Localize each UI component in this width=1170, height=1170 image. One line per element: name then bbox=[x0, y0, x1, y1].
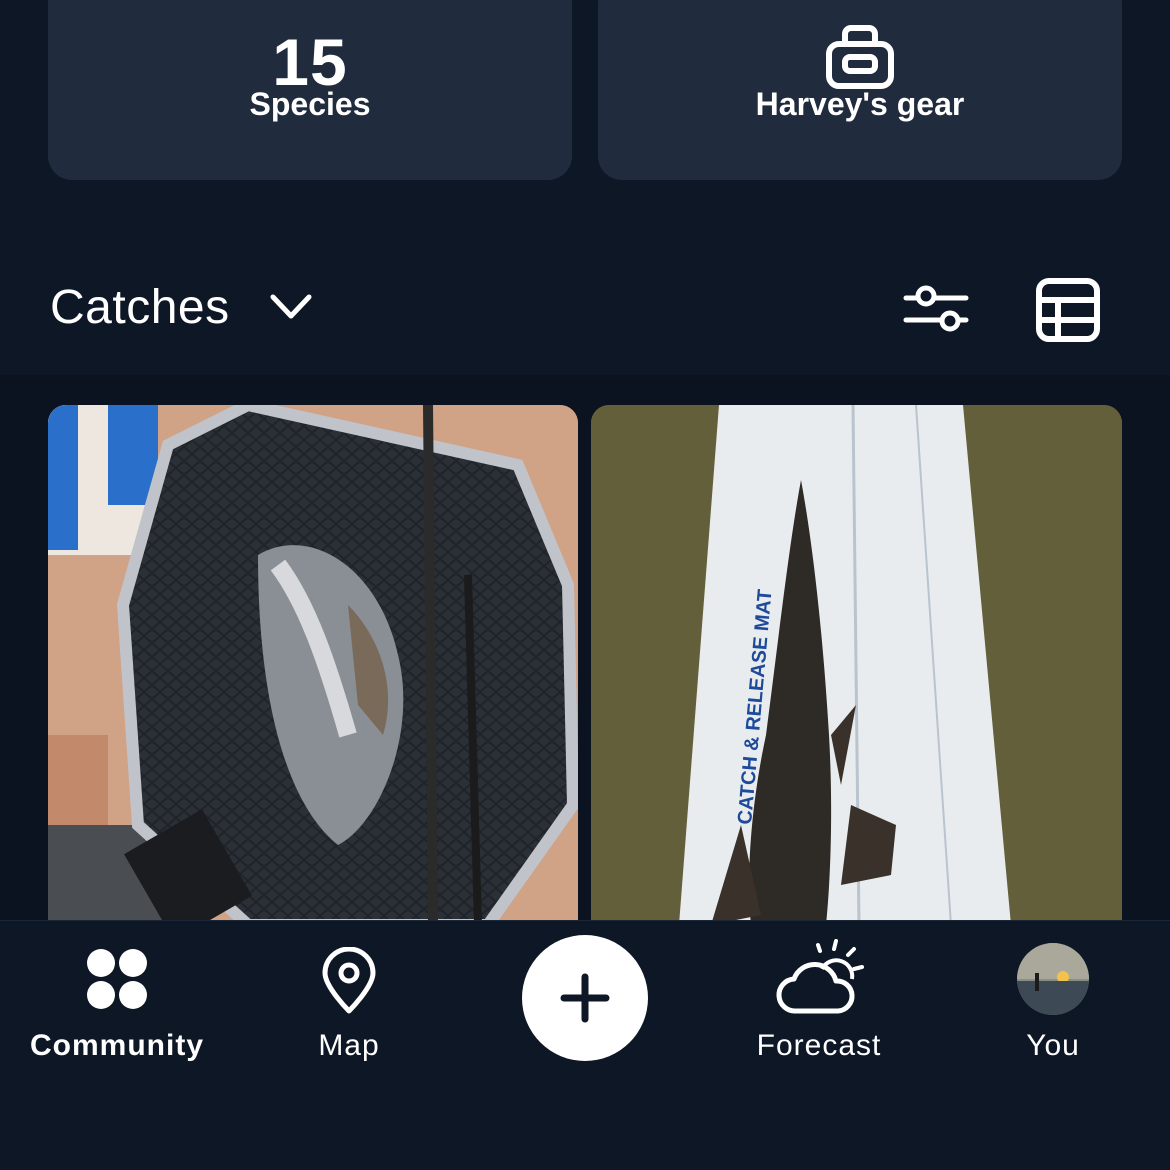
nav-map[interactable]: Map bbox=[232, 921, 466, 1081]
catch-photo-net[interactable] bbox=[48, 405, 578, 925]
catches-title[interactable]: Catches bbox=[50, 280, 230, 335]
nav-forecast-label: Forecast bbox=[756, 1029, 882, 1062]
map-pin-icon bbox=[322, 947, 376, 1014]
catches-grid: CATCH & RELEASE MAT bbox=[0, 375, 1170, 925]
add-catch-button[interactable] bbox=[522, 935, 648, 1061]
gear-card[interactable]: Harvey's gear bbox=[598, 0, 1122, 180]
mat-photo-image: CATCH & RELEASE MAT bbox=[591, 405, 1122, 925]
catches-header: Catches bbox=[0, 240, 1170, 375]
avatar[interactable] bbox=[1017, 943, 1089, 1015]
bottom-nav: Community Map Forecast You bbox=[0, 920, 1170, 1170]
species-card[interactable]: 15 Species bbox=[48, 0, 572, 180]
community-grid-icon bbox=[87, 949, 147, 1009]
nav-map-label: Map bbox=[318, 1029, 380, 1062]
nav-community[interactable]: Community bbox=[0, 921, 234, 1081]
avatar-sunset-image bbox=[1017, 943, 1089, 1015]
tackle-box-icon bbox=[826, 25, 894, 89]
catch-photo-mat[interactable]: CATCH & RELEASE MAT bbox=[591, 405, 1122, 925]
sliders-icon[interactable] bbox=[902, 284, 970, 334]
plus-icon bbox=[560, 973, 610, 1023]
gear-label: Harvey's gear bbox=[755, 86, 965, 122]
nav-forecast[interactable]: Forecast bbox=[702, 921, 936, 1081]
partly-cloudy-icon bbox=[776, 939, 864, 1014]
net-photo-image bbox=[48, 405, 578, 925]
nav-community-label: Community bbox=[30, 1029, 204, 1062]
nav-you-label: You bbox=[1026, 1029, 1080, 1062]
table-icon[interactable] bbox=[1036, 278, 1100, 342]
app-screen: 15 Species Harvey's gear Catches CATCH &… bbox=[0, 0, 1170, 1170]
species-label: Species bbox=[249, 86, 371, 122]
chevron-down-icon[interactable] bbox=[268, 290, 314, 324]
